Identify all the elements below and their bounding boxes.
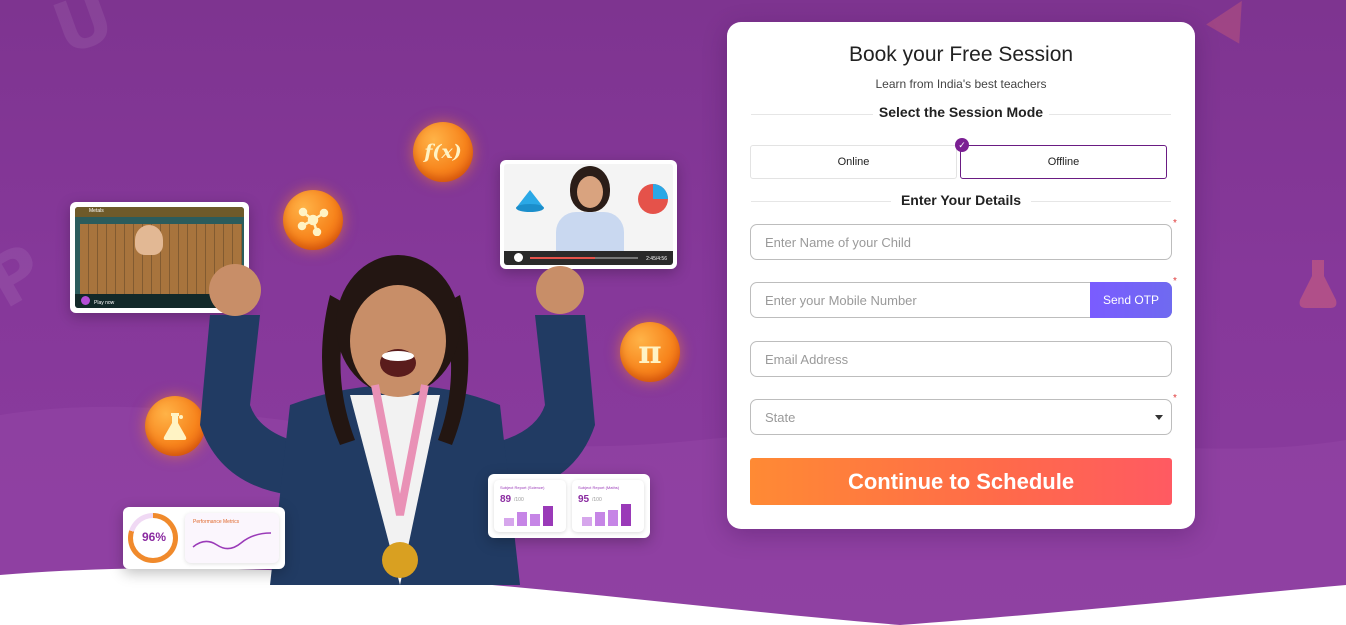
lesson-card-title: Metals — [89, 208, 104, 214]
booking-form-card: Book your Free Session Learn from India'… — [727, 22, 1195, 529]
required-marker: * — [1173, 393, 1177, 404]
play-icon[interactable] — [81, 296, 90, 305]
cone-shape-icon — [516, 190, 544, 212]
performance-metrics-card: 96% Performance Metrics — [123, 507, 285, 569]
mode-offline-button[interactable]: Offline — [960, 145, 1167, 179]
molecule-badge-icon — [283, 190, 343, 250]
pie-chart-icon — [638, 184, 668, 214]
performance-line-graph — [192, 532, 272, 550]
continue-to-schedule-button[interactable]: Continue to Schedule — [750, 458, 1172, 505]
chevron-down-icon — [1155, 415, 1163, 420]
maths-report: Subject Report (Maths) 95 /100 — [572, 480, 644, 532]
video-time: 2:45/4:56 — [646, 256, 667, 262]
required-marker: * — [1173, 276, 1177, 287]
details-heading: Enter Your Details — [751, 192, 1171, 208]
teacher-figure — [135, 225, 163, 255]
mobile-number-input[interactable]: Enter your Mobile Number Send OTP — [750, 282, 1172, 318]
teacher-video-card[interactable]: 2:45/4:56 — [500, 160, 677, 269]
selected-check-icon: ✓ — [955, 138, 969, 152]
function-badge-icon: f(x) — [413, 122, 473, 182]
mode-online-button[interactable]: Online — [750, 145, 957, 179]
science-report: Subject Report (Science) 89 /100 — [494, 480, 566, 532]
child-name-input[interactable]: Enter Name of your Child — [750, 224, 1172, 260]
session-mode-heading: Select the Session Mode — [751, 104, 1171, 120]
play-now-label: Play now — [94, 300, 115, 306]
state-select[interactable]: State — [750, 399, 1172, 435]
email-input[interactable]: Email Address — [750, 341, 1172, 377]
performance-percent: 96% — [141, 530, 167, 544]
performance-title: Performance Metrics — [193, 519, 240, 525]
required-marker: * — [1173, 218, 1177, 229]
pi-badge-icon: π — [620, 322, 680, 382]
form-title: Book your Free Session — [848, 43, 1074, 66]
decorative-flask-icon — [1299, 260, 1337, 308]
send-otp-button[interactable]: Send OTP — [1090, 282, 1172, 318]
form-subtitle: Learn from India's best teachers — [875, 77, 1047, 91]
subject-reports-card: Subject Report (Science) 89 /100 Subject… — [488, 474, 650, 538]
